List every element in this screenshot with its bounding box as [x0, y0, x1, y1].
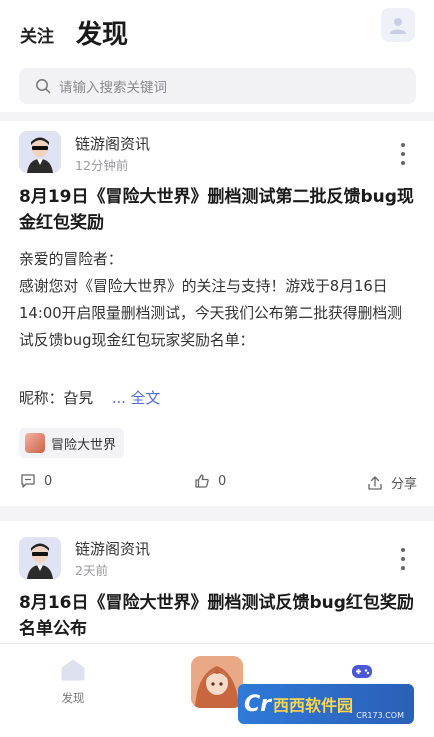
- post-time: 12分钟前: [75, 158, 129, 173]
- watermark-text: 西西软件园: [273, 696, 354, 715]
- game-character-icon: [191, 656, 243, 708]
- tab-discover[interactable]: 发现: [76, 14, 128, 51]
- nav-discover[interactable]: [55, 658, 91, 686]
- share-label: 分享: [391, 477, 418, 492]
- profile-button[interactable]: [381, 8, 415, 42]
- post-body-line: 感谢您对《冒险大世界》的关注与支持！游戏于8月16日14:00开启限量删档测试，…: [19, 278, 402, 349]
- author-avatar[interactable]: [19, 131, 61, 173]
- avatar-image-icon: [19, 131, 61, 173]
- tab-follow[interactable]: 关注: [20, 22, 54, 47]
- more-options-icon[interactable]: [396, 143, 410, 165]
- post-card[interactable]: 链游阁资讯 12分钟前 8月19日《冒险大世界》删档测试第二批反馈bug现金红包…: [0, 121, 434, 506]
- bottom-nav: 发现 Cr 西西软件园 CR173.COM: [0, 643, 434, 737]
- thumbs-up-icon: [195, 474, 209, 488]
- share-icon: [368, 475, 382, 490]
- watermark-subtext: CR173.COM: [356, 711, 404, 720]
- top-bar: 关注 发现 请输入搜索关键词: [0, 0, 434, 112]
- search-placeholder: 请输入搜索关键词: [59, 80, 167, 96]
- user-icon: [390, 18, 406, 34]
- author-avatar[interactable]: [19, 537, 61, 579]
- more-options-icon[interactable]: [396, 548, 410, 570]
- post-title[interactable]: 8月16日《冒险大世界》删档测试反馈bug红包奖励名单公布: [19, 590, 419, 642]
- gamepad-icon: [352, 665, 372, 678]
- search-input[interactable]: 请输入搜索关键词: [19, 68, 416, 104]
- post-excerpt-tail: 昵称：旮旯 ... 全文: [19, 387, 160, 408]
- full-text-link[interactable]: ... 全文: [112, 390, 160, 407]
- avatar-image-icon: [19, 537, 61, 579]
- post-body-line: 亲爱的冒险者：: [19, 251, 123, 268]
- share-button[interactable]: 分享: [367, 473, 417, 492]
- like-count: 0: [218, 473, 227, 489]
- game-thumbnail-icon: [25, 433, 45, 453]
- nav-game[interactable]: [350, 660, 374, 686]
- game-tag[interactable]: 冒险大世界: [19, 428, 125, 458]
- nickname-text: 昵称：旮旯: [19, 390, 93, 407]
- post-body[interactable]: 亲爱的冒险者： 感谢您对《冒险大世界》的关注与支持！游戏于8月16日14:00开…: [19, 246, 415, 354]
- nav-featured-game-button[interactable]: [191, 656, 243, 708]
- site-watermark: Cr 西西软件园 CR173.COM: [238, 684, 414, 724]
- nav-discover-label[interactable]: 发现: [55, 690, 91, 706]
- search-icon: [36, 79, 51, 94]
- comment-button[interactable]: 0: [20, 473, 52, 489]
- author-name[interactable]: 链游阁资讯: [75, 133, 150, 154]
- watermark-logo: Cr: [244, 691, 271, 717]
- home-icon: [61, 659, 85, 681]
- author-name[interactable]: 链游阁资讯: [75, 538, 150, 559]
- comment-count: 0: [44, 473, 53, 489]
- comment-icon: [21, 474, 35, 488]
- like-button[interactable]: 0: [194, 473, 226, 489]
- post-title[interactable]: 8月19日《冒险大世界》删档测试第二批反馈bug现金红包奖励: [19, 184, 419, 236]
- post-time: 2天前: [75, 563, 108, 578]
- game-tag-label: 冒险大世界: [51, 437, 117, 453]
